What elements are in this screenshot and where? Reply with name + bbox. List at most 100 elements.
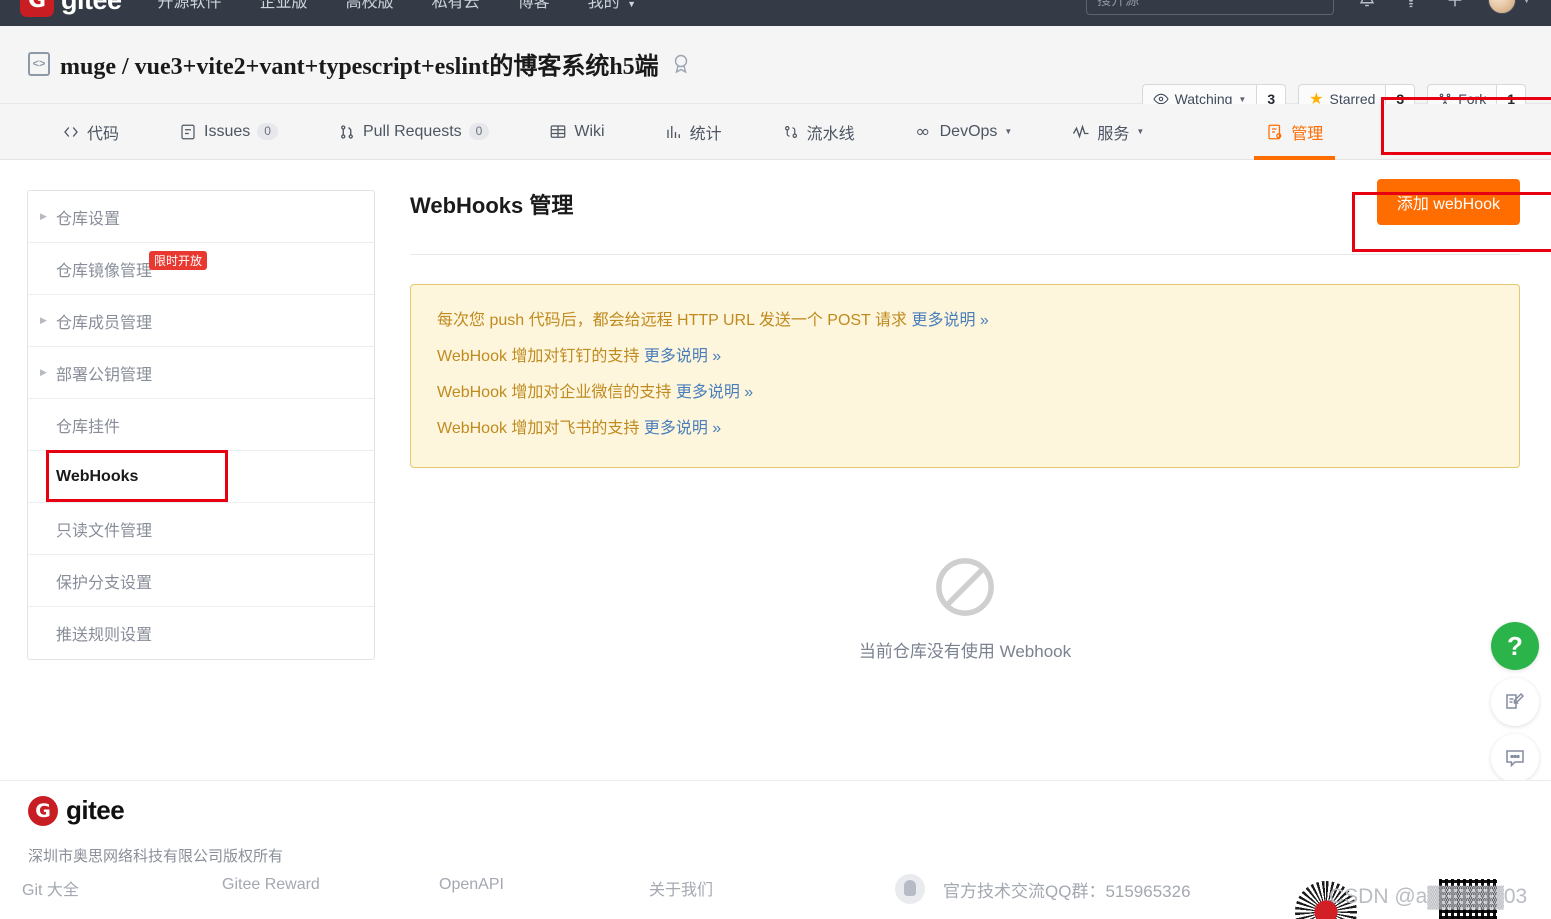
chevron-down-icon: ▼ <box>1004 127 1013 136</box>
footer-qr-zone: CSDN @a▓▓▓▓▓03 <box>1289 875 1551 919</box>
footer-qq-group: 官方技术交流QQ群：515965326 <box>895 874 1191 904</box>
chevron-down-icon: ▼ <box>1136 127 1145 136</box>
nav-item-enterprise[interactable]: 企业版 <box>260 0 308 12</box>
no-entry-icon <box>936 558 994 616</box>
sidebar-item-member-management[interactable]: ▶ 仓库成员管理 <box>28 295 374 347</box>
footer-copyright: 深圳市奥思网络科技有限公司版权所有 <box>28 848 284 865</box>
footer-link-gitee-reward[interactable]: Gitee Reward <box>222 876 439 900</box>
empty-state-text: 当前仓库没有使用 Webhook <box>858 642 1072 661</box>
sidebar-item-repo-widgets[interactable]: 仓库挂件 <box>28 399 374 451</box>
gitee-logo[interactable]: G gitee <box>20 0 122 17</box>
more-info-link[interactable]: 更多说明 » <box>911 312 988 329</box>
footer-qq-text: 官方技术交流QQ群：515965326 <box>943 881 1191 901</box>
repository-title-group: <> muge / vue3+vite2+vant+typescript+esl… <box>28 46 693 81</box>
sidebar-item-webhooks[interactable]: WebHooks <box>28 451 374 503</box>
sidebar-item-push-rules[interactable]: 推送规则设置 <box>28 607 374 659</box>
more-info-link[interactable]: 更多说明 » <box>676 384 753 401</box>
chevron-right-icon: ▶ <box>40 367 47 377</box>
tab-issues[interactable]: Issues 0 <box>149 104 308 160</box>
footer-link-git-guide[interactable]: Git 大全 <box>22 876 222 900</box>
limited-time-badge: 限时开放 <box>149 251 208 270</box>
chevron-down-icon: ▼ <box>627 0 636 9</box>
plus-icon[interactable] <box>1444 0 1466 11</box>
notice-line: WebHook 增加对钉钉的支持 更多说明 » <box>437 348 722 365</box>
book-icon <box>551 124 566 138</box>
chevron-right-icon: ▶ <box>40 315 47 325</box>
webhooks-pane: WebHooks 管理 添加 webHook 每次您 push 代码后，都会给远… <box>410 179 1520 662</box>
notice-line: WebHook 增加对飞书的支持 更多说明 » <box>437 420 722 437</box>
issue-icon <box>181 124 195 139</box>
bell-icon[interactable] <box>1356 0 1378 11</box>
page-title[interactable]: muge / vue3+vite2+vant+typescript+eslint… <box>60 46 659 81</box>
tab-wiki[interactable]: Wiki <box>519 104 634 160</box>
search-input[interactable] <box>1086 0 1335 15</box>
comment-button[interactable] <box>1491 734 1539 782</box>
repository-tabs: 代码 Issues 0 Pull Requests 0 Wiki 统计 流水线 … <box>0 104 1551 160</box>
qq-icon <box>895 874 925 904</box>
pipeline-icon <box>784 125 797 138</box>
code-icon <box>64 126 78 137</box>
pulse-icon <box>1073 124 1089 139</box>
footer-link-about-us[interactable]: 关于我们 <box>649 876 713 900</box>
sidebar-item-readonly-files[interactable]: 只读文件管理 <box>28 503 374 555</box>
tab-services[interactable]: 服务 ▼ <box>1042 104 1174 160</box>
issues-count-badge: 0 <box>257 123 278 140</box>
global-nav-items: 开源软件 企业版 高校版 私有云 博客 我的 ▼ <box>158 0 636 12</box>
nav-item-privatecloud[interactable]: 私有云 <box>432 0 480 12</box>
pr-count-badge: 0 <box>468 123 490 140</box>
help-button[interactable]: ? <box>1491 622 1539 670</box>
csdn-watermark: CSDN @a▓▓▓▓▓03 <box>1329 885 1528 908</box>
gitee-logo-mark: G <box>28 795 58 826</box>
notice-line: WebHook 增加对企业微信的支持 更多说明 » <box>437 384 754 401</box>
repository-header: <> muge / vue3+vite2+vant+typescript+esl… <box>0 26 1551 114</box>
more-info-link[interactable]: 更多说明 » <box>644 348 721 365</box>
tab-statistics[interactable]: 统计 <box>635 104 752 160</box>
notice-line: 每次您 push 代码后，都会给远程 HTTP URL 发送一个 POST 请求… <box>437 312 989 329</box>
global-navbar: G gitee 开源软件 企业版 高校版 私有云 博客 我的 ▼ ▼ <box>0 0 1551 26</box>
nav-item-mine[interactable]: 我的 ▼ <box>588 0 636 12</box>
sidebar-item-protected-branches[interactable]: 保护分支设置 <box>28 555 374 607</box>
sidebar-item-mirror-management[interactable]: 仓库镜像管理 限时开放 <box>28 243 374 295</box>
sidebar-item-deploy-keys[interactable]: ▶ 部署公钥管理 <box>28 347 374 399</box>
chevron-down-icon[interactable]: ▼ <box>1522 0 1531 5</box>
floating-widgets: ? <box>1491 622 1543 790</box>
feedback-icon <box>1506 692 1525 709</box>
more-info-link[interactable]: 更多说明 » <box>644 420 721 437</box>
empty-state: 当前仓库没有使用 Webhook <box>410 554 1520 662</box>
comment-icon <box>1506 750 1524 768</box>
footer-logo[interactable]: G gitee <box>28 795 125 826</box>
tab-devops[interactable]: DevOps ▼ <box>885 104 1043 160</box>
feedback-button[interactable] <box>1491 678 1539 726</box>
tab-manage[interactable]: 管理 <box>1236 104 1353 160</box>
pane-header: WebHooks 管理 添加 webHook <box>410 179 1520 234</box>
pr-icon <box>341 124 353 139</box>
divider <box>410 254 1520 255</box>
add-webhook-button[interactable]: 添加 webHook <box>1376 179 1520 225</box>
footer-link-openapi[interactable]: OpenAPI <box>439 876 649 900</box>
gitee-logo-text: gitee <box>61 0 122 16</box>
nav-item-opensource[interactable]: 开源软件 <box>158 0 222 12</box>
footer-links: Git 大全 Gitee Reward OpenAPI 关于我们 <box>22 876 713 900</box>
tab-pull-requests[interactable]: Pull Requests 0 <box>308 104 519 160</box>
nav-item-blog[interactable]: 博客 <box>518 0 550 12</box>
manage-icon <box>1268 124 1282 139</box>
nav-item-education[interactable]: 高校版 <box>346 0 394 12</box>
tab-code[interactable]: 代码 <box>0 104 149 160</box>
global-nav-right: ▼ <box>1086 0 1531 15</box>
settings-sidebar: ▶ 仓库设置 仓库镜像管理 限时开放 ▶ 仓库成员管理 ▶ 部署公钥管理 仓库挂… <box>27 190 375 660</box>
sidebar-item-repo-settings[interactable]: ▶ 仓库设置 <box>28 191 374 243</box>
webhook-info-notice: 每次您 push 代码后，都会给远程 HTTP URL 发送一个 POST 请求… <box>410 284 1520 468</box>
code-repo-icon: <> <box>28 51 50 76</box>
chevron-right-icon: ▶ <box>40 211 47 221</box>
webhooks-title: WebHooks 管理 <box>410 193 574 218</box>
site-footer: G gitee 深圳市奥思网络科技有限公司版权所有 Git 大全 Gitee R… <box>0 780 1551 919</box>
lightbulb-icon[interactable] <box>1400 0 1422 11</box>
gitee-logo-mark: G <box>20 0 54 17</box>
gitee-logo-text: gitee <box>66 795 125 825</box>
main-content: ▶ 仓库设置 仓库镜像管理 限时开放 ▶ 仓库成员管理 ▶ 部署公钥管理 仓库挂… <box>0 160 1551 780</box>
chevron-down-icon: ▼ <box>1238 94 1247 104</box>
tab-pipeline[interactable]: 流水线 <box>752 104 885 160</box>
award-badge-icon <box>674 54 687 73</box>
avatar[interactable] <box>1488 0 1517 14</box>
chart-icon <box>666 125 680 138</box>
